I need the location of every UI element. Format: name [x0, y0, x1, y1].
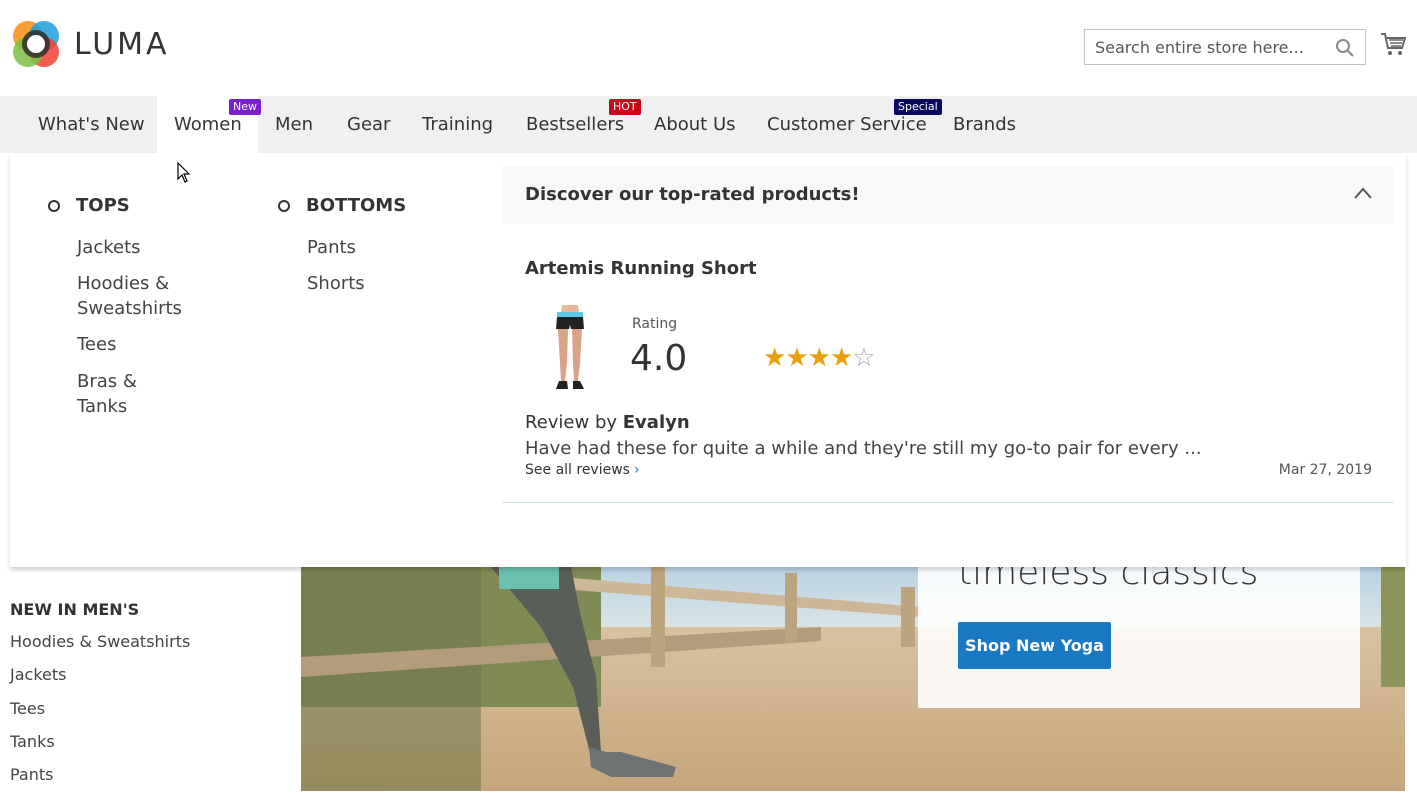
- mouse-cursor-icon: [177, 162, 191, 183]
- luma-logo[interactable]: LUMA: [10, 18, 170, 70]
- nav-label: Women: [174, 114, 242, 135]
- review-text: Have had these for quite a while and the…: [525, 438, 1202, 459]
- bullet-icon: [278, 199, 290, 212]
- menu-link-jackets[interactable]: Jackets: [77, 235, 207, 260]
- product-name[interactable]: Artemis Running Short: [525, 258, 757, 279]
- star-empty-icon: ☆: [852, 343, 875, 373]
- sidebar-link-jackets[interactable]: Jackets: [10, 665, 190, 698]
- sidebar-link-hoodies[interactable]: Hoodies & Sweatshirts: [10, 632, 190, 665]
- site-header: LUMA: [0, 0, 1417, 96]
- star-filled-icon: ★: [829, 343, 853, 373]
- new-in-mens-sidebar: NEW IN MEN'S Hoodies & Sweatshirts Jacke…: [10, 600, 190, 798]
- women-megamenu: TOPS Jackets Hoodies & Sweatshirts Tees …: [10, 153, 1406, 567]
- search-icon[interactable]: [1335, 38, 1355, 58]
- nav-label: Bestsellers: [526, 114, 625, 135]
- nav-item-training[interactable]: Training: [405, 96, 510, 153]
- special-badge: Special: [894, 99, 942, 115]
- star-filled-icon: ★: [763, 343, 786, 373]
- nav-label: Training: [422, 114, 494, 135]
- nav-label: Customer Service: [767, 114, 927, 135]
- nav-label: Brands: [953, 114, 1016, 135]
- review-date: Mar 27, 2019: [1278, 462, 1372, 478]
- nav-item-whats-new[interactable]: What's New: [21, 96, 162, 153]
- see-all-reviews-link[interactable]: See all reviews ›: [525, 462, 640, 478]
- nav-label: Men: [275, 114, 314, 135]
- luma-logo-icon: [13, 21, 59, 67]
- new-badge: New: [229, 99, 261, 115]
- sidebar-link-tees[interactable]: Tees: [10, 699, 190, 732]
- review-author: Review by Evalyn: [525, 412, 690, 433]
- cart-icon[interactable]: [1380, 31, 1406, 57]
- sidebar-link-tanks[interactable]: Tanks: [10, 732, 190, 765]
- main-nav: What's New Women New Men Gear Training B…: [0, 96, 1417, 153]
- heading-label: TOPS: [76, 195, 130, 216]
- nav-label: What's New: [38, 114, 145, 135]
- rating-value: 4.0: [630, 338, 688, 379]
- menu-link-hoodies[interactable]: Hoodies & Sweatshirts: [77, 271, 207, 321]
- tops-heading[interactable]: TOPS: [48, 195, 130, 216]
- review-by-label: Review by: [525, 412, 618, 433]
- bottoms-heading[interactable]: BOTTOMS: [278, 195, 406, 216]
- nav-label: About Us: [654, 114, 736, 135]
- divider: [502, 502, 1394, 503]
- bullet-icon: [48, 199, 60, 212]
- star-filled-icon: ★: [785, 343, 808, 373]
- star-rating: ★★★★☆: [763, 343, 876, 373]
- brand-name: LUMA: [74, 26, 170, 62]
- heading-label: BOTTOMS: [306, 195, 407, 216]
- nav-item-men[interactable]: Men: [258, 96, 330, 153]
- nav-item-about-us[interactable]: About Us: [637, 96, 753, 153]
- promo-header[interactable]: Discover our top-rated products!: [502, 166, 1394, 224]
- promo-title: Discover our top-rated products!: [525, 184, 860, 205]
- menu-link-tees[interactable]: Tees: [77, 332, 207, 357]
- hot-badge: HOT: [609, 99, 641, 115]
- star-filled-icon: ★: [807, 343, 831, 373]
- hero-card: timeless classics Shop New Yoga: [918, 552, 1360, 708]
- chevron-right-icon: ›: [633, 462, 640, 478]
- rating-label: Rating: [632, 316, 678, 332]
- reviewer-name: Evalyn: [622, 412, 690, 433]
- menu-link-pants[interactable]: Pants: [307, 235, 437, 260]
- sidebar-link-pants[interactable]: Pants: [10, 765, 190, 798]
- see-all-label: See all reviews: [525, 462, 630, 478]
- menu-link-shorts[interactable]: Shorts: [307, 271, 437, 296]
- chevron-up-icon[interactable]: [1354, 186, 1372, 200]
- product-image[interactable]: [540, 303, 600, 395]
- search-input[interactable]: [1085, 30, 1325, 64]
- nav-label: Gear: [347, 114, 391, 135]
- nav-item-gear[interactable]: Gear: [330, 96, 407, 153]
- sidebar-heading: NEW IN MEN'S: [10, 600, 140, 619]
- nav-item-brands[interactable]: Brands: [936, 96, 1033, 153]
- shop-new-yoga-button[interactable]: Shop New Yoga: [958, 622, 1111, 669]
- search-box: [1084, 29, 1366, 65]
- menu-link-bras-tanks[interactable]: Bras & Tanks: [77, 369, 157, 419]
